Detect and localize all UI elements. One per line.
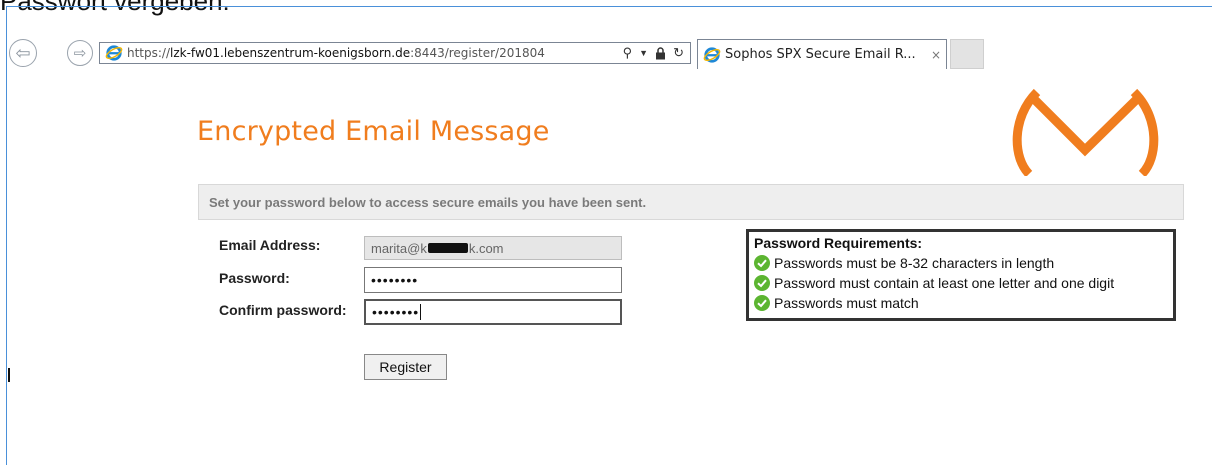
dropdown-icon[interactable]: ▼ (639, 48, 648, 58)
text-cursor (420, 304, 422, 320)
new-tab-button[interactable] (950, 39, 984, 69)
email-field: marita@k k.com (364, 236, 622, 260)
ie-logo-icon (105, 45, 123, 61)
back-button[interactable]: ⇦ (9, 39, 37, 67)
tab-title: Sophos SPX Secure Email R... (725, 47, 916, 62)
password-label: Password: (219, 270, 290, 286)
check-circle-icon (754, 275, 770, 291)
forward-arrow-icon: ⇨ (73, 45, 87, 62)
mouse-cursor-mark (8, 368, 10, 382)
tab-ie-icon (703, 46, 721, 63)
back-arrow-icon: ⇦ (15, 42, 31, 63)
requirement-item: Password must contain at least one lette… (754, 273, 1168, 293)
forward-button[interactable]: ⇨ (67, 40, 93, 66)
requirements-title: Password Requirements: (754, 235, 923, 251)
check-circle-icon (754, 295, 770, 311)
redaction-mark (427, 243, 468, 253)
info-bar: Set your password below to access secure… (198, 184, 1184, 220)
sophos-envelope-logo-icon (1012, 88, 1159, 176)
check-circle-icon (754, 255, 770, 271)
browser-toolbar: ⇦ ⇨ https://lzk-fw01.lebenszentrum-koeni… (7, 35, 1212, 73)
address-bar[interactable]: https://lzk-fw01.lebenszentrum-koenigsbo… (99, 42, 691, 64)
close-tab-icon[interactable]: × (926, 48, 946, 62)
browser-tab[interactable]: Sophos SPX Secure Email R... × (697, 39, 947, 69)
email-label: Email Address: (219, 237, 321, 253)
requirement-item: Passwords must be 8-32 characters in len… (754, 253, 1168, 273)
confirm-password-input[interactable]: •••••••• (364, 299, 622, 325)
requirement-item: Passwords must match (754, 293, 1168, 313)
url-text: https://lzk-fw01.lebenszentrum-koenigsbo… (127, 46, 545, 60)
page-title: Encrypted Email Message (197, 116, 550, 147)
password-input[interactable]: •••••••• (364, 267, 622, 293)
search-icon[interactable]: ⚲ (623, 45, 633, 61)
lock-icon[interactable] (655, 46, 666, 60)
confirm-password-label: Confirm password: (219, 302, 347, 318)
password-requirements-box: Password Requirements: Passwords must be… (746, 229, 1176, 321)
refresh-icon[interactable]: ↻ (673, 45, 684, 61)
register-button[interactable]: Register (364, 354, 447, 380)
